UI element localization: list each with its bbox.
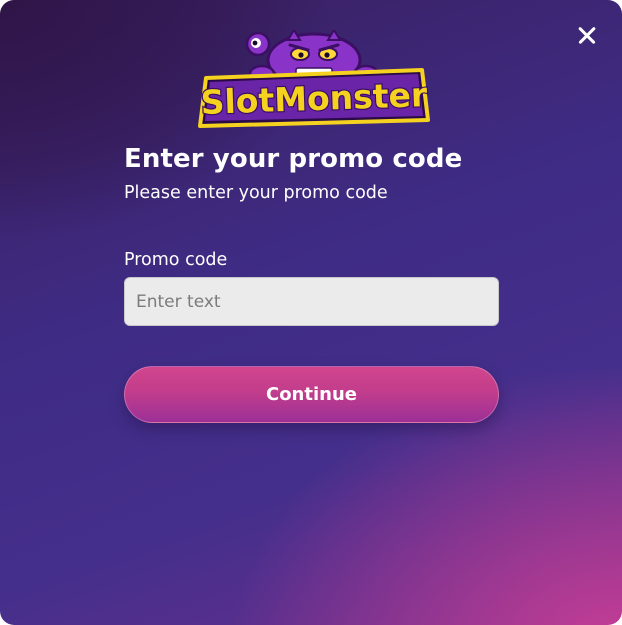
continue-button[interactable]: Continue <box>124 366 499 423</box>
promo-code-input[interactable] <box>124 277 499 326</box>
page-subtitle: Please enter your promo code <box>124 183 388 203</box>
slotmonster-logo: SlotMonster <box>196 30 432 128</box>
svg-text:SlotMonster: SlotMonster <box>200 75 429 122</box>
close-icon[interactable] <box>571 19 603 51</box>
promo-code-dialog: SlotMonster Enter your promo code Please… <box>0 0 622 625</box>
page-title: Enter your promo code <box>124 144 463 174</box>
promo-code-label: Promo code <box>124 250 228 270</box>
